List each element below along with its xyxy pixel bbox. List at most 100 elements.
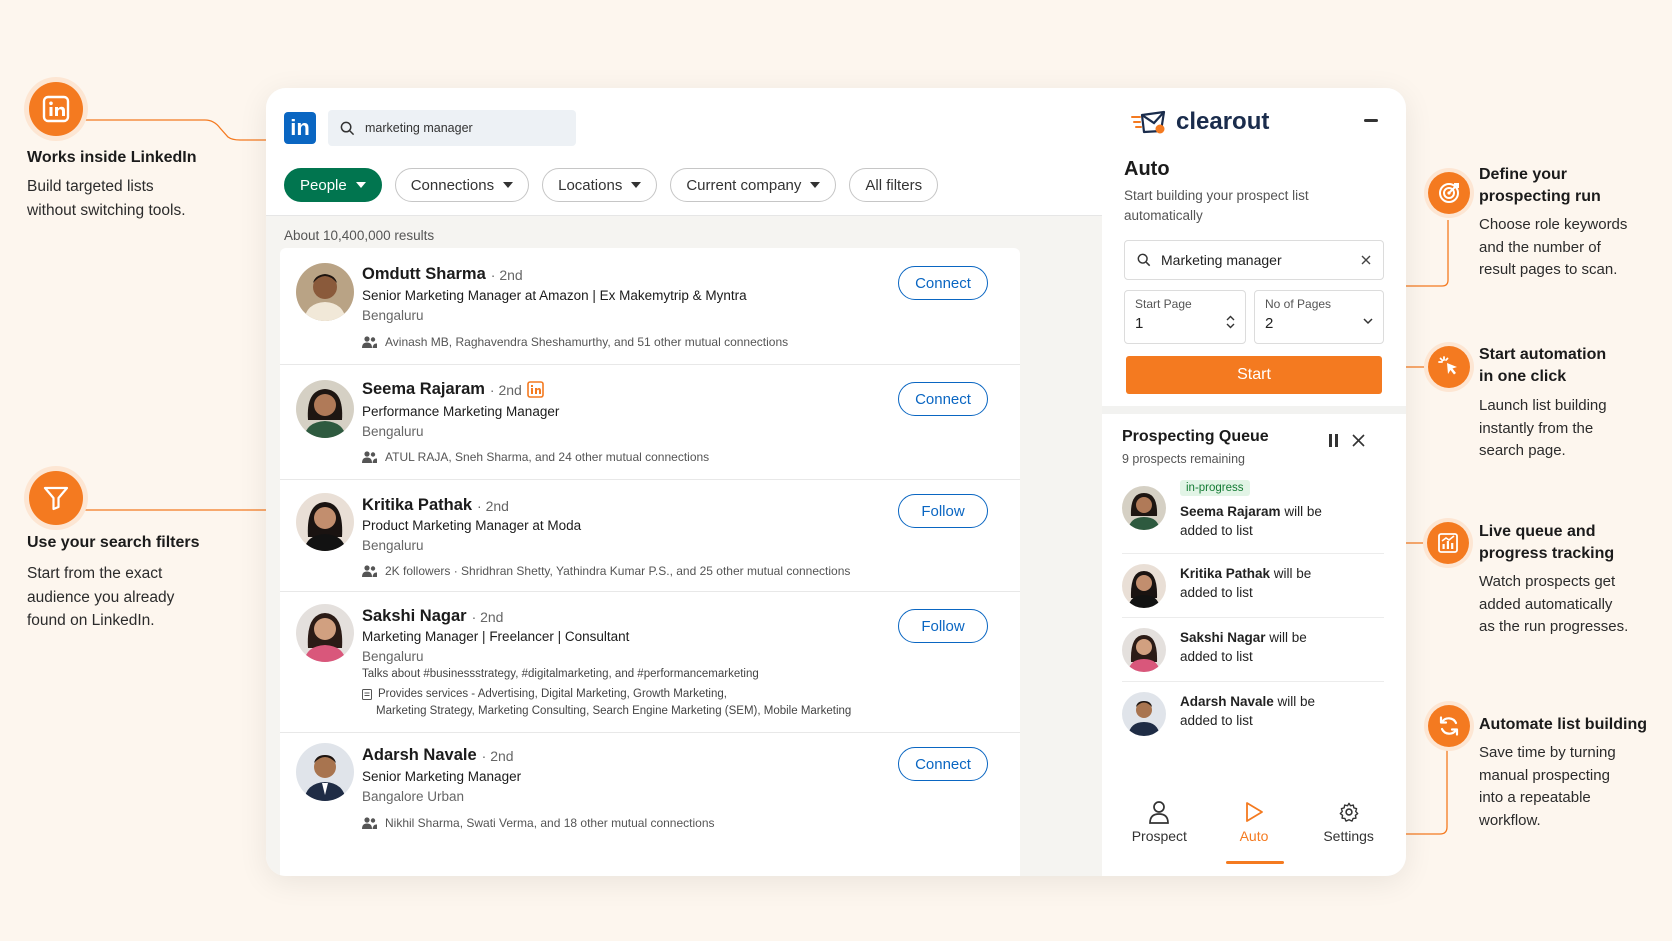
result-name[interactable]: Omdutt Sharma <box>362 265 486 284</box>
follow-button[interactable]: Follow <box>898 609 988 643</box>
click-callout-icon <box>1428 346 1470 388</box>
filter-all-filters[interactable]: All filters <box>849 168 939 202</box>
linkedin-logo[interactable]: in <box>284 112 316 144</box>
talks-about: Talks about #businessstrategy, #digitalm… <box>362 668 759 680</box>
result-location: Bengaluru <box>362 649 424 664</box>
caret-down-icon <box>355 182 366 188</box>
pages-label: No of Pages <box>1265 297 1332 311</box>
keyword-search-input[interactable]: Marketing manager <box>1124 240 1384 280</box>
queue-text: added to list <box>1180 585 1253 600</box>
queue-text: will be <box>1280 504 1322 519</box>
filter-label: Locations <box>558 176 623 194</box>
start-page-field[interactable]: Start Page 1 <box>1124 290 1246 344</box>
search-icon <box>1137 253 1151 267</box>
result-headline: Product Marketing Manager at Moda <box>362 518 582 533</box>
mutual-text: 2K followers · Shridhran Shetty, Yathind… <box>385 564 851 578</box>
queue-item-text: Sakshi Nagar will be added to list <box>1180 628 1307 666</box>
connect-button[interactable]: Connect <box>898 382 988 416</box>
tab-label: Prospect <box>1131 828 1187 844</box>
result-name[interactable]: Sakshi Nagar <box>362 607 467 626</box>
queue-item: Adarsh Navale will be added to list <box>1122 682 1384 746</box>
linkedin-search-value[interactable]: marketing manager <box>365 121 473 135</box>
tab-label: Auto <box>1239 828 1269 844</box>
tab-label: Settings <box>1323 828 1374 844</box>
avatar[interactable] <box>296 604 354 662</box>
mutual-connections: Avinash MB, Raghavendra Sheshamurthy, an… <box>362 335 788 349</box>
services-continued: Marketing Strategy, Marketing Consulting… <box>376 705 852 717</box>
caret-down-icon <box>810 182 821 188</box>
filter-connections[interactable]: Connections <box>394 168 530 202</box>
connect-button[interactable]: Connect <box>898 266 988 300</box>
result-name[interactable]: Seema Rajaram <box>362 380 485 399</box>
people-icon <box>362 565 377 577</box>
mutual-connections: ATUL RAJA, Sneh Sharma, and 24 other mut… <box>362 450 709 464</box>
follow-button[interactable]: Follow <box>898 494 988 528</box>
avatar[interactable] <box>296 743 354 801</box>
result-headline: Senior Marketing Manager at Amazon | Ex … <box>362 288 747 303</box>
filter-bar: People Connections Locations Current com… <box>284 168 939 202</box>
callout-desc: Watch prospects get added automatically as… <box>1479 571 1628 639</box>
callout-desc: Choose role keywords and the number of res… <box>1479 214 1627 282</box>
callout-desc-line: as the run progresses. <box>1479 618 1629 635</box>
result-name-line: Kritika Pathak · 2nd <box>362 496 509 515</box>
linkedin-search-bar[interactable]: marketing manager <box>328 110 576 146</box>
connection-degree: · 2nd <box>481 747 514 764</box>
avatar[interactable] <box>296 493 354 551</box>
result-headline: Marketing Manager | Freelancer | Consult… <box>362 629 630 644</box>
linkedin-header: in marketing manager People Connections … <box>266 88 1102 216</box>
result-location: Bengaluru <box>362 424 424 439</box>
filter-locations[interactable]: Locations <box>542 168 658 202</box>
clear-icon[interactable] <box>1361 255 1371 265</box>
avatar <box>1122 692 1166 736</box>
result-headline: Senior Marketing Manager <box>362 769 522 784</box>
tab-settings[interactable]: Settings <box>1309 790 1389 876</box>
callout-desc: Save time by turning manual prospecting in… <box>1479 742 1616 832</box>
connect-button[interactable]: Connect <box>898 747 988 781</box>
refresh-callout-icon <box>1428 705 1470 747</box>
tab-prospect[interactable]: Prospect <box>1119 790 1199 876</box>
close-icon[interactable] <box>1352 434 1365 447</box>
queue-item-text: Kritika Pathak will be added to list <box>1180 564 1311 602</box>
avatar <box>1122 628 1166 672</box>
avatar <box>1122 486 1166 530</box>
queue-item: Kritika Pathak will be added to list <box>1122 554 1384 618</box>
tab-auto[interactable]: Auto <box>1214 790 1294 876</box>
pages-select[interactable]: No of Pages 2 <box>1254 290 1384 344</box>
mutual-connections: 2K followers · Shridhran Shetty, Yathind… <box>362 564 850 578</box>
chevron-down-icon[interactable] <box>1363 318 1373 325</box>
mode-subtitle: Start building your prospect list automa… <box>1124 188 1309 223</box>
filter-label: Current company <box>686 176 802 194</box>
queue-text: will be <box>1270 566 1312 581</box>
filter-current-company[interactable]: Current company <box>670 168 837 202</box>
clearout-logo: clearout <box>1130 108 1269 136</box>
minimize-icon[interactable] <box>1364 119 1378 122</box>
callout-desc-line: workflow. <box>1479 811 1541 829</box>
filter-people[interactable]: People <box>284 168 382 202</box>
start-button[interactable]: Start <box>1126 356 1382 394</box>
callout-title-line: prospecting run <box>1479 188 1601 205</box>
queue-text: added to list <box>1180 713 1253 728</box>
callout-desc-line: into a repeatable <box>1479 789 1591 806</box>
queue-text: will be <box>1265 630 1307 645</box>
linkedin-premium-icon <box>527 381 544 398</box>
gear-icon <box>1339 802 1359 822</box>
pause-icon[interactable] <box>1328 434 1340 447</box>
linkedin-search-page: in marketing manager People Connections … <box>266 88 1102 876</box>
callout-desc-line: Start from the exact <box>27 565 163 582</box>
result-name[interactable]: Kritika Pathak <box>362 496 472 515</box>
result-row: Omdutt Sharma · 2nd Senior Marketing Mana… <box>280 248 1020 365</box>
bottom-tabs: Prospect Auto Settings <box>1102 790 1406 876</box>
callout-desc-line: Launch list building <box>1479 397 1607 414</box>
avatar[interactable] <box>296 380 354 438</box>
callout-title: Start automation in one click <box>1479 344 1606 388</box>
prospecting-queue: Prospecting Queue 9 prospects remaining … <box>1102 414 1406 876</box>
result-name[interactable]: Adarsh Navale <box>362 746 477 765</box>
stepper-icon[interactable] <box>1226 315 1235 329</box>
callout-title: Use your search filters <box>27 534 200 551</box>
queue-name: Seema Rajaram <box>1180 504 1281 519</box>
callout-desc-line: Save time by turning <box>1479 744 1616 761</box>
queue-text: added to list <box>1180 649 1253 664</box>
auto-section: clearout Auto Start building your prospe… <box>1102 88 1406 406</box>
avatar[interactable] <box>296 263 354 321</box>
connection-degree: · 2nd <box>471 608 504 625</box>
